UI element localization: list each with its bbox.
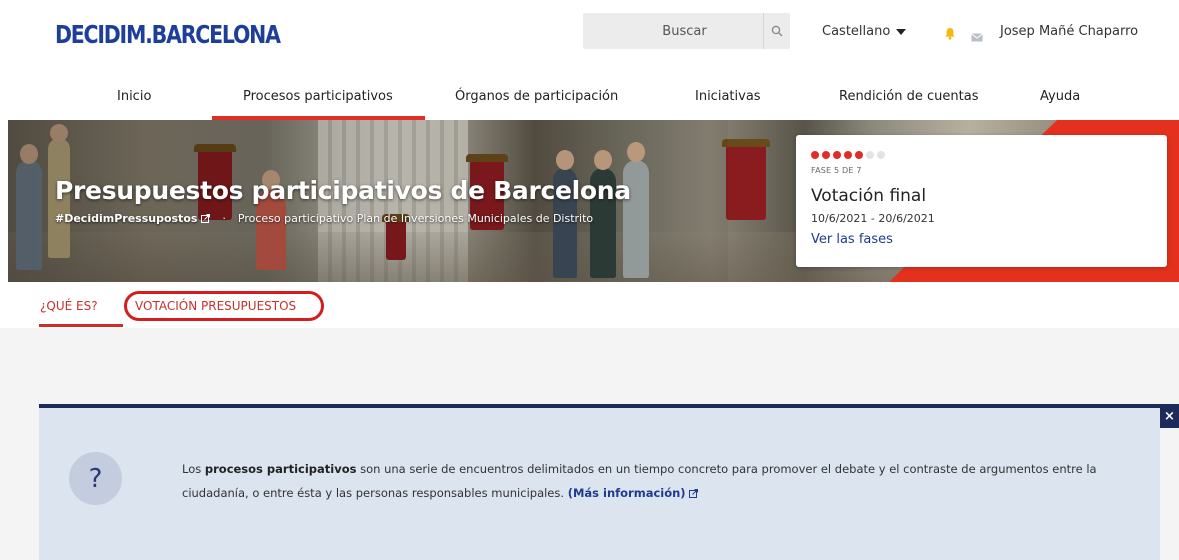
search-button[interactable] [763,13,790,49]
hashtag-link[interactable]: #DecidimPressupostos [55,212,197,225]
top-bar: DECIDIM.BARCELONA Castellano Josep Mañé … [0,0,1179,72]
phase-dot-pending [866,151,874,159]
search-input[interactable] [583,23,758,39]
phase-dot-complete [811,151,819,159]
nav-item-rendicion-de-cuentas[interactable]: Rendición de cuentas [839,89,978,104]
phase-dot-complete [855,151,863,159]
phase-step-label: FASE 5 DE 7 [811,166,862,175]
phase-name: Votación final [811,186,927,206]
phase-dot-complete [844,151,852,159]
external-link-icon [201,214,211,223]
close-info-button[interactable]: × [1160,404,1179,428]
phase-dates: 10/6/2021 - 20/6/2021 [811,212,935,225]
question-mark-icon: ? [69,452,122,505]
phase-dot-complete [822,151,830,159]
info-description: Los procesos participativos son una seri… [182,457,1142,505]
messages-envelope-icon[interactable] [971,27,983,46]
more-info-link[interactable]: (Más información) [568,486,686,500]
caret-down-icon [896,29,907,35]
nav-item-iniciativas[interactable]: Iniciativas [695,89,761,104]
phase-card: FASE 5 DE 7 Votación final 10/6/2021 - 2… [796,135,1167,267]
process-subnav: ¿QUÉ ES? VOTACIÓN PRESUPUESTOS [0,282,1179,328]
info-text-intro: Los [182,462,205,476]
user-menu[interactable]: Josep Mañé Chaparro [1000,24,1138,39]
phase-progress-dots [811,151,885,159]
info-text-bold: procesos participativos [204,462,357,476]
tab-votacion-presupuestos[interactable]: VOTACIÓN PRESUPUESTOS [135,299,296,313]
language-label: Castellano [822,24,891,39]
search-box [583,13,790,49]
process-subtitle: #DecidimPressupostos · Proceso participa… [55,212,593,225]
phase-dot-complete [833,151,841,159]
process-title: Presupuestos participativos de Barcelona [55,176,631,205]
process-type-label: Proceso participativo Plan de Inversione… [237,212,594,225]
notifications-bell-icon[interactable] [944,25,956,44]
nav-item-ayuda[interactable]: Ayuda [1040,89,1080,104]
site-logo[interactable]: DECIDIM.BARCELONA [55,20,281,49]
active-tab-indicator [39,324,123,327]
nav-item-organos-de-participacion[interactable]: Órganos de participación [455,89,618,104]
nav-item-inicio[interactable]: Inicio [117,89,151,104]
external-link-icon [689,489,699,498]
hero-photo-red-chair [722,139,770,220]
subtitle-separator: · [222,212,226,225]
view-phases-link[interactable]: Ver las fases [811,232,893,247]
tab-que-es[interactable]: ¿QUÉ ES? [40,299,98,313]
phase-dot-pending [877,151,885,159]
search-icon [771,25,783,37]
nav-item-procesos-participativos[interactable]: Procesos participativos [243,89,393,104]
language-selector[interactable]: Castellano [822,24,907,39]
main-navigation: Inicio Procesos participativos Órganos d… [0,72,1179,120]
